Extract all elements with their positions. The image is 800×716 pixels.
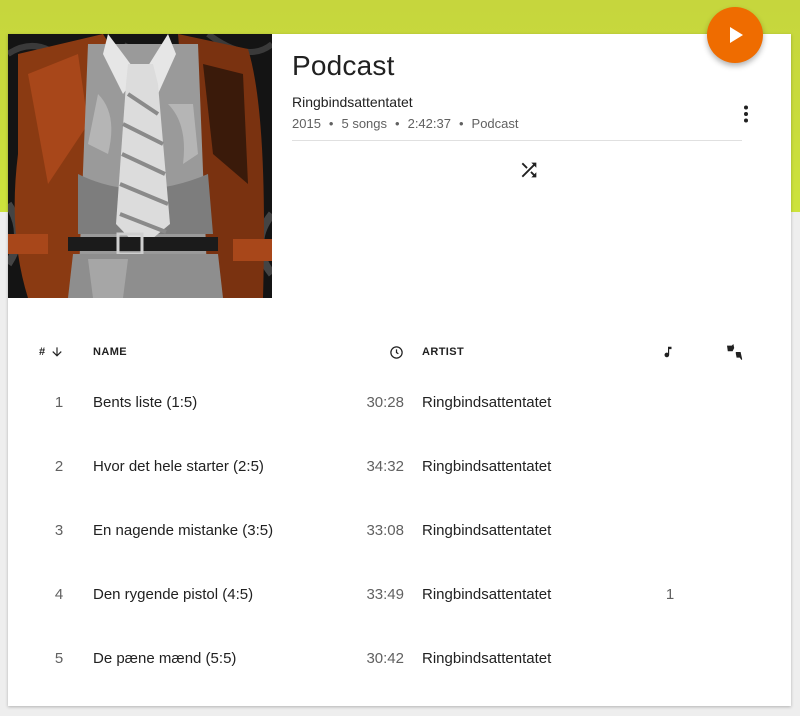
- shuffle-button[interactable]: [517, 158, 541, 182]
- track-duration: 34:32: [366, 457, 404, 475]
- track-name: Hvor det hele starter (2:5): [93, 457, 264, 475]
- column-header-artist[interactable]: ARTIST: [422, 340, 464, 364]
- meta-separator: •: [328, 116, 334, 131]
- table-row[interactable]: 2 Hvor det hele starter (2:5) 34:32 Ring…: [8, 434, 791, 498]
- track-artist[interactable]: Ringbindsattentatet: [422, 562, 642, 626]
- table-row[interactable]: 1 Bents liste (1:5) 30:28 Ringbindsatten…: [8, 370, 791, 434]
- column-label-number: #: [39, 346, 46, 358]
- column-header-rating[interactable]: [724, 340, 746, 364]
- track-name: De pæne mænd (5:5): [93, 649, 237, 667]
- column-header-name[interactable]: NAME: [93, 340, 127, 364]
- column-label-artist: ARTIST: [422, 346, 465, 358]
- arrow-down-icon: [51, 347, 62, 357]
- album-artist-link[interactable]: Ringbindsattentatet: [292, 94, 413, 110]
- header-divider: [292, 140, 742, 141]
- track-play-count: 1: [665, 585, 675, 603]
- column-header-duration[interactable]: [388, 340, 404, 364]
- table-row[interactable]: 4 Den rygende pistol (4:5) 33:49 Ringbin…: [8, 562, 791, 626]
- track-number: 2: [54, 457, 64, 475]
- track-artist[interactable]: Ringbindsattentatet: [422, 370, 642, 434]
- column-header-plays[interactable]: [660, 340, 676, 364]
- track-play-count: [658, 626, 682, 690]
- track-play-count: [658, 498, 682, 562]
- track-duration: 30:28: [366, 393, 404, 411]
- track-name: Den rygende pistol (4:5): [93, 585, 254, 603]
- page-title: Podcast: [292, 50, 395, 81]
- track-number: 5: [54, 649, 64, 667]
- track-table-header: # NAME ARTIST: [8, 340, 791, 364]
- album-card: Podcast Ringbindsattentatet 2015 • 5 son…: [8, 34, 791, 706]
- column-label-name: NAME: [93, 346, 127, 358]
- album-year: 2015: [292, 116, 321, 131]
- track-play-count: [658, 370, 682, 434]
- track-duration: 33:49: [366, 585, 404, 603]
- album-song-count: 5 songs: [341, 116, 388, 131]
- meta-separator: •: [395, 116, 400, 131]
- thumbs-icon: [727, 344, 743, 360]
- track-duration: 33:08: [366, 521, 404, 539]
- more-vert-icon: [744, 105, 748, 123]
- track-artist[interactable]: Ringbindsattentatet: [422, 626, 642, 690]
- track-artist[interactable]: Ringbindsattentatet: [422, 434, 642, 498]
- track-name: En nagende mistanke (3:5): [93, 521, 274, 539]
- clock-icon: [389, 345, 403, 359]
- track-number: 1: [54, 393, 64, 411]
- album-genre[interactable]: Podcast: [472, 116, 519, 131]
- play-button[interactable]: [707, 7, 763, 63]
- track-number: 4: [54, 585, 64, 603]
- table-row[interactable]: 3 En nagende mistanke (3:5) 33:08 Ringbi…: [8, 498, 791, 562]
- meta-separator: •: [458, 116, 464, 131]
- album-duration: 2:42:37: [407, 116, 451, 131]
- table-row[interactable]: 5 De pæne mænd (5:5) 30:42 Ringbindsatte…: [8, 626, 791, 690]
- music-note-icon: [664, 346, 672, 358]
- album-meta: 2015 • 5 songs • 2:42:37 • Podcast: [292, 116, 519, 131]
- track-name: Bents liste (1:5): [93, 393, 198, 411]
- column-header-number[interactable]: #: [39, 340, 73, 364]
- play-icon: [730, 27, 743, 43]
- track-artist[interactable]: Ringbindsattentatet: [422, 498, 642, 562]
- shuffle-icon: [521, 162, 537, 178]
- track-play-count: [658, 434, 682, 498]
- track-number: 3: [54, 521, 64, 539]
- album-art: [8, 34, 272, 298]
- more-options-button[interactable]: [734, 102, 758, 126]
- track-duration: 30:42: [366, 649, 404, 667]
